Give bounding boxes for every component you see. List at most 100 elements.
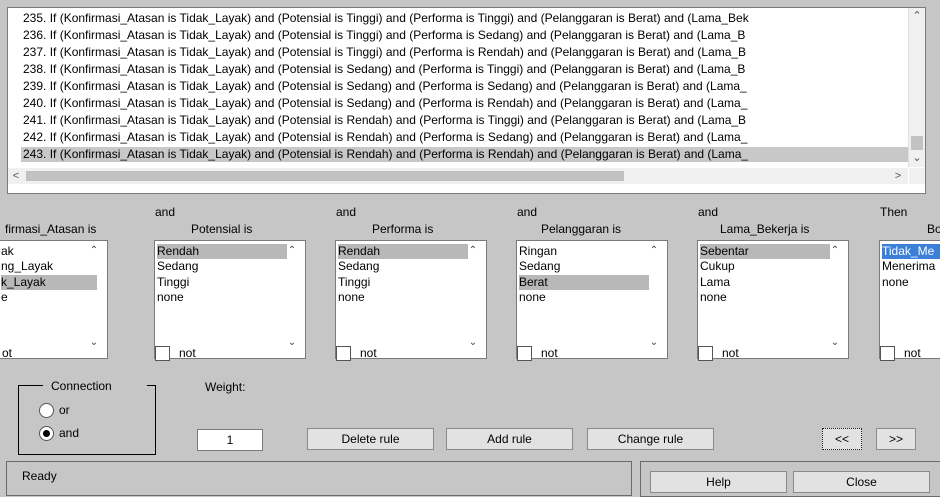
- and-label: and: [59, 426, 80, 440]
- rule-item[interactable]: 235. If (Konfirmasi_Atasan is Tidak_Laya…: [23, 11, 749, 26]
- list-item[interactable]: none: [338, 290, 365, 305]
- list-item[interactable]: none: [157, 290, 184, 305]
- rule-item[interactable]: 239. If (Konfirmasi_Atasan is Tidak_Laya…: [23, 79, 747, 94]
- rule-list[interactable]: 235. If (Konfirmasi_Atasan is Tidak_Laya…: [7, 7, 926, 194]
- chevron-up-icon[interactable]: ⌃: [647, 245, 661, 256]
- not-label: not: [360, 346, 377, 360]
- group-border: [18, 385, 43, 386]
- list-item[interactable]: ng_Layak: [1, 259, 53, 274]
- and-label: and: [155, 205, 176, 219]
- chevron-up-icon[interactable]: ⌃: [87, 245, 101, 256]
- not-label: not: [722, 346, 739, 360]
- column-title-performa: Performa is: [372, 222, 434, 236]
- rule-item[interactable]: 240. If (Konfirmasi_Atasan is Tidak_Laya…: [23, 96, 747, 111]
- rule-item[interactable]: 236. If (Konfirmasi_Atasan is Tidak_Laya…: [23, 28, 745, 43]
- and-label: and: [698, 205, 719, 219]
- radio-selected-dot: [43, 430, 50, 437]
- list-item[interactable]: Tinggi: [338, 275, 370, 290]
- scroll-left-icon[interactable]: <: [8, 168, 24, 184]
- list-item[interactable]: Cukup: [700, 259, 735, 274]
- listbox-lama-bekerja[interactable]: Sebentar Cukup Lama none ⌃ ⌄: [697, 240, 849, 359]
- rule-list-horizontal-scrollbar[interactable]: < >: [8, 168, 908, 184]
- list-item[interactable]: e: [1, 290, 8, 305]
- and-label: and: [336, 205, 357, 219]
- not-checkbox-performa[interactable]: [336, 346, 351, 361]
- chevron-up-icon[interactable]: ⌃: [285, 245, 299, 256]
- list-item-selected[interactable]: Berat: [519, 275, 649, 290]
- or-radio[interactable]: [39, 403, 54, 418]
- not-label: not: [904, 346, 921, 360]
- rule-item[interactable]: 242. If (Konfirmasi_Atasan is Tidak_Laya…: [23, 130, 747, 145]
- next-button[interactable]: >>: [876, 428, 916, 450]
- add-rule-button[interactable]: Add rule: [446, 428, 573, 450]
- chevron-down-icon[interactable]: ⌄: [466, 337, 480, 348]
- list-item[interactable]: none: [700, 290, 727, 305]
- weight-label: Weight:: [205, 380, 246, 394]
- column-title-lama-bekerja: Lama_Bekerja is: [720, 222, 810, 236]
- delete-rule-button[interactable]: Delete rule: [307, 428, 434, 450]
- chevron-down-icon[interactable]: ⌄: [828, 337, 842, 348]
- list-item[interactable]: Sedang: [338, 259, 379, 274]
- listbox-potensial[interactable]: Rendah Sedang Tinggi none ⌃ ⌄: [154, 240, 306, 359]
- chevron-down-icon[interactable]: ⌄: [647, 337, 661, 348]
- listbox-output[interactable]: Tidak_Me Menerima none: [879, 240, 940, 359]
- chevron-down-icon[interactable]: ⌄: [285, 337, 299, 348]
- not-label: not: [541, 346, 558, 360]
- previous-button[interactable]: <<: [822, 428, 862, 450]
- scroll-down-icon[interactable]: ⌄: [909, 150, 925, 166]
- close-button[interactable]: Close: [793, 471, 930, 493]
- list-item-selected[interactable]: k_Layak: [1, 275, 97, 290]
- and-label: and: [517, 205, 538, 219]
- and-radio[interactable]: [39, 426, 54, 441]
- status-bar: [6, 461, 632, 496]
- list-item[interactable]: Ringan: [519, 244, 557, 259]
- scroll-corner: [909, 168, 925, 184]
- listbox-performa[interactable]: Rendah Sedang Tinggi none ⌃ ⌄: [335, 240, 487, 359]
- connection-group: [18, 385, 156, 455]
- rule-item[interactable]: 237. If (Konfirmasi_Atasan is Tidak_Laya…: [23, 45, 746, 60]
- connection-title: Connection: [51, 379, 112, 393]
- listbox-konfirmasi-atasan[interactable]: ak ng_Layak k_Layak e ⌃ ⌄: [0, 240, 108, 359]
- not-checkbox-lama-bekerja[interactable]: [698, 346, 713, 361]
- weight-input[interactable]: 1: [197, 429, 263, 451]
- list-item[interactable]: ak: [1, 244, 14, 259]
- vertical-scroll-thumb[interactable]: [911, 136, 923, 150]
- not-label: ot: [2, 346, 13, 360]
- list-item-selected[interactable]: Rendah: [157, 244, 287, 259]
- column-title-output: Bo: [927, 222, 940, 236]
- not-label: not: [179, 346, 196, 360]
- list-item-selected[interactable]: Rendah: [338, 244, 468, 259]
- not-checkbox-output[interactable]: [880, 346, 895, 361]
- then-label: Then: [880, 205, 908, 219]
- list-item[interactable]: Lama: [700, 275, 730, 290]
- or-label: or: [59, 403, 70, 417]
- rule-item-selected[interactable]: 243. If (Konfirmasi_Atasan is Tidak_Laya…: [21, 147, 908, 162]
- status-text: Ready: [22, 469, 57, 483]
- change-rule-button[interactable]: Change rule: [587, 428, 714, 450]
- horizontal-scroll-thumb[interactable]: [26, 171, 624, 181]
- list-item[interactable]: Tinggi: [157, 275, 189, 290]
- chevron-up-icon[interactable]: ⌃: [828, 245, 842, 256]
- column-title-potensial: Potensial is: [191, 222, 253, 236]
- help-button[interactable]: Help: [650, 471, 787, 493]
- scroll-up-icon[interactable]: ⌃: [909, 8, 925, 24]
- rule-item[interactable]: 241. If (Konfirmasi_Atasan is Tidak_Laya…: [23, 113, 746, 128]
- column-title-pelanggaran: Pelanggaran is: [541, 222, 622, 236]
- rule-item[interactable]: 238. If (Konfirmasi_Atasan is Tidak_Laya…: [23, 62, 745, 77]
- list-item[interactable]: Sedang: [519, 259, 560, 274]
- list-item-selected[interactable]: Tidak_Me: [882, 244, 940, 259]
- not-checkbox-pelanggaran[interactable]: [517, 346, 532, 361]
- list-item[interactable]: none: [519, 290, 546, 305]
- chevron-up-icon[interactable]: ⌃: [466, 245, 480, 256]
- rule-list-vertical-scrollbar[interactable]: ⌃ ⌄: [908, 8, 925, 167]
- not-checkbox-potensial[interactable]: [155, 346, 170, 361]
- list-item-selected[interactable]: Sebentar: [700, 244, 830, 259]
- column-title-konfirmasi-atasan: firmasi_Atasan is: [5, 222, 97, 236]
- chevron-down-icon[interactable]: ⌄: [87, 337, 101, 348]
- list-item[interactable]: none: [882, 275, 909, 290]
- group-border: [147, 385, 155, 386]
- list-item[interactable]: Menerima: [882, 259, 935, 274]
- list-item[interactable]: Sedang: [157, 259, 198, 274]
- scroll-right-icon[interactable]: >: [890, 168, 906, 184]
- listbox-pelanggaran[interactable]: Ringan Sedang Berat none ⌃ ⌄: [516, 240, 668, 359]
